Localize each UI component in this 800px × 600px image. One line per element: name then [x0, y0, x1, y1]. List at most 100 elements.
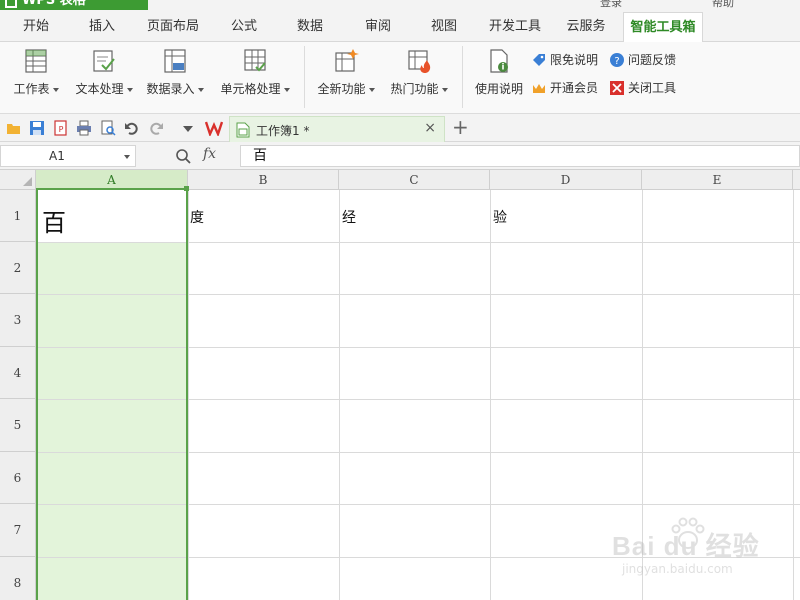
chevron-down-icon — [368, 87, 375, 92]
tab-smart-toolbox[interactable]: 智能工具箱 — [623, 12, 703, 43]
usage-guide-label: 使用说明 — [474, 82, 523, 96]
close-tab-icon[interactable]: × — [424, 120, 436, 136]
save-icon[interactable] — [29, 120, 45, 136]
data-entry-icon — [164, 49, 186, 73]
open-folder-icon[interactable] — [6, 120, 22, 136]
column-header-b[interactable]: B — [188, 170, 339, 190]
ribbon-divider — [304, 46, 305, 108]
tab-page-layout[interactable]: 页面布局 — [140, 12, 206, 42]
svg-text:P: P — [59, 125, 64, 134]
selection-border — [36, 188, 188, 600]
more-dropdown-icon[interactable] — [180, 120, 196, 136]
new-features-button[interactable]: 全新功能 — [313, 48, 379, 97]
grid-line — [339, 190, 340, 600]
question-icon: ? — [610, 53, 624, 67]
worksheet-label: 工作表 — [13, 82, 50, 96]
select-all-icon — [23, 177, 32, 186]
wps-logo-icon[interactable] — [205, 120, 223, 136]
free-limit-info-button[interactable]: 限免说明 — [532, 51, 598, 69]
chevron-down-icon — [283, 87, 290, 92]
svg-text:?: ? — [614, 56, 619, 67]
tab-formulas[interactable]: 公式 — [218, 12, 270, 42]
help-fragment[interactable]: 帮助 — [712, 0, 734, 10]
watermark-brand: Bai du 经验 — [612, 531, 760, 561]
row-header-label: 3 — [13, 313, 22, 327]
hot-features-label: 热门功能 — [390, 82, 439, 96]
row-header-3[interactable]: 3 — [0, 294, 36, 347]
close-tool-button[interactable]: 关闭工具 — [610, 79, 676, 97]
text-process-button[interactable]: 文本处理 — [70, 48, 138, 97]
new-features-label: 全新功能 — [317, 82, 366, 96]
cell-d1[interactable]: 验 — [493, 207, 507, 227]
tab-cloud-service[interactable]: 云服务 — [558, 12, 614, 42]
grid-line — [188, 190, 189, 600]
column-header-f[interactable] — [793, 170, 800, 190]
print-preview-icon[interactable] — [100, 120, 116, 136]
feedback-button[interactable]: ? 问题反馈 — [610, 51, 676, 69]
tab-review[interactable]: 审阅 — [352, 12, 404, 42]
chevron-down-icon — [197, 87, 204, 92]
cell-b1[interactable]: 度 — [190, 207, 204, 227]
tab-developer[interactable]: 开发工具 — [482, 12, 548, 42]
column-header-a[interactable]: A — [36, 170, 188, 190]
membership-button[interactable]: 开通会员 — [532, 79, 598, 97]
membership-label: 开通会员 — [550, 81, 599, 95]
free-limit-info-label: 限免说明 — [550, 53, 599, 67]
formula-input[interactable]: 百 — [240, 145, 800, 167]
row-header-label: 5 — [13, 418, 22, 432]
row-header-4[interactable]: 4 — [0, 347, 36, 399]
row-header-1[interactable]: 1 — [0, 190, 36, 242]
row-header-7[interactable]: 7 — [0, 504, 36, 557]
cell-process-button[interactable]: 单元格处理 — [214, 48, 296, 97]
pdf-export-icon[interactable]: P — [53, 120, 69, 136]
row-header-label: 2 — [13, 260, 22, 275]
grid-line — [490, 190, 491, 600]
row-header-label: 4 — [13, 365, 22, 380]
app-logo-icon — [5, 0, 17, 8]
column-header-d[interactable]: D — [490, 170, 642, 190]
usage-guide-button[interactable]: 使用说明 — [470, 48, 528, 97]
tab-start[interactable]: 开始 — [8, 12, 64, 42]
row-header-6[interactable]: 6 — [0, 452, 36, 504]
insert-function-button[interactable]: fx — [203, 146, 216, 162]
tab-insert[interactable]: 插入 — [74, 12, 130, 42]
new-tab-button[interactable]: + — [452, 117, 469, 137]
row-header-5[interactable]: 5 — [0, 399, 36, 452]
chevron-down-icon[interactable] — [124, 155, 130, 159]
formula-bar: A1 fx 百 — [0, 142, 800, 170]
zoom-search-icon[interactable] — [175, 148, 191, 164]
baidu-jingyan-watermark: Bai du 经验 jingyan.baidu.com — [612, 516, 792, 582]
tab-data[interactable]: 数据 — [284, 12, 336, 42]
undo-icon[interactable] — [124, 120, 140, 136]
hot-features-button[interactable]: 热门功能 — [385, 48, 453, 97]
app-name: WPS 表格 — [22, 0, 86, 8]
close-tool-label: 关闭工具 — [628, 81, 677, 95]
tag-icon — [533, 54, 545, 66]
column-header-e[interactable]: E — [642, 170, 793, 190]
row-header-label: 8 — [13, 575, 22, 590]
name-box-value: A1 — [49, 149, 65, 163]
print-icon[interactable] — [76, 120, 92, 136]
quick-access-toolbar: P 工作簿1 * × + — [0, 114, 800, 142]
ribbon-divider — [462, 46, 463, 108]
fill-handle[interactable] — [184, 186, 189, 191]
redo-icon[interactable] — [148, 120, 164, 136]
login-fragment[interactable]: 登录 — [600, 0, 622, 10]
select-all-corner[interactable] — [0, 170, 36, 190]
hot-features-icon — [408, 50, 431, 73]
row-header-2[interactable]: 2 — [0, 242, 36, 294]
data-entry-button[interactable]: 数据录入 — [143, 48, 207, 97]
ribbon-panel: 工作表 文本处理 数据录入 单元格处理 全新功能 热门功能 使用说明 限免说明 … — [0, 42, 800, 114]
column-header-c[interactable]: C — [339, 170, 490, 190]
spreadsheet-doc-icon — [236, 122, 250, 138]
text-process-label: 文本处理 — [75, 82, 124, 96]
cell-c1[interactable]: 经 — [342, 207, 356, 227]
tab-view[interactable]: 视图 — [418, 12, 470, 42]
row-header-8[interactable]: 8 — [0, 557, 36, 600]
app-badge[interactable]: WPS 表格 — [0, 0, 148, 10]
cell-process-label: 单元格处理 — [220, 82, 281, 96]
name-box[interactable]: A1 — [0, 145, 136, 167]
worksheet-button[interactable]: 工作表 — [8, 48, 64, 97]
chevron-down-icon — [126, 87, 133, 92]
document-tab[interactable]: 工作簿1 * × — [229, 116, 445, 142]
